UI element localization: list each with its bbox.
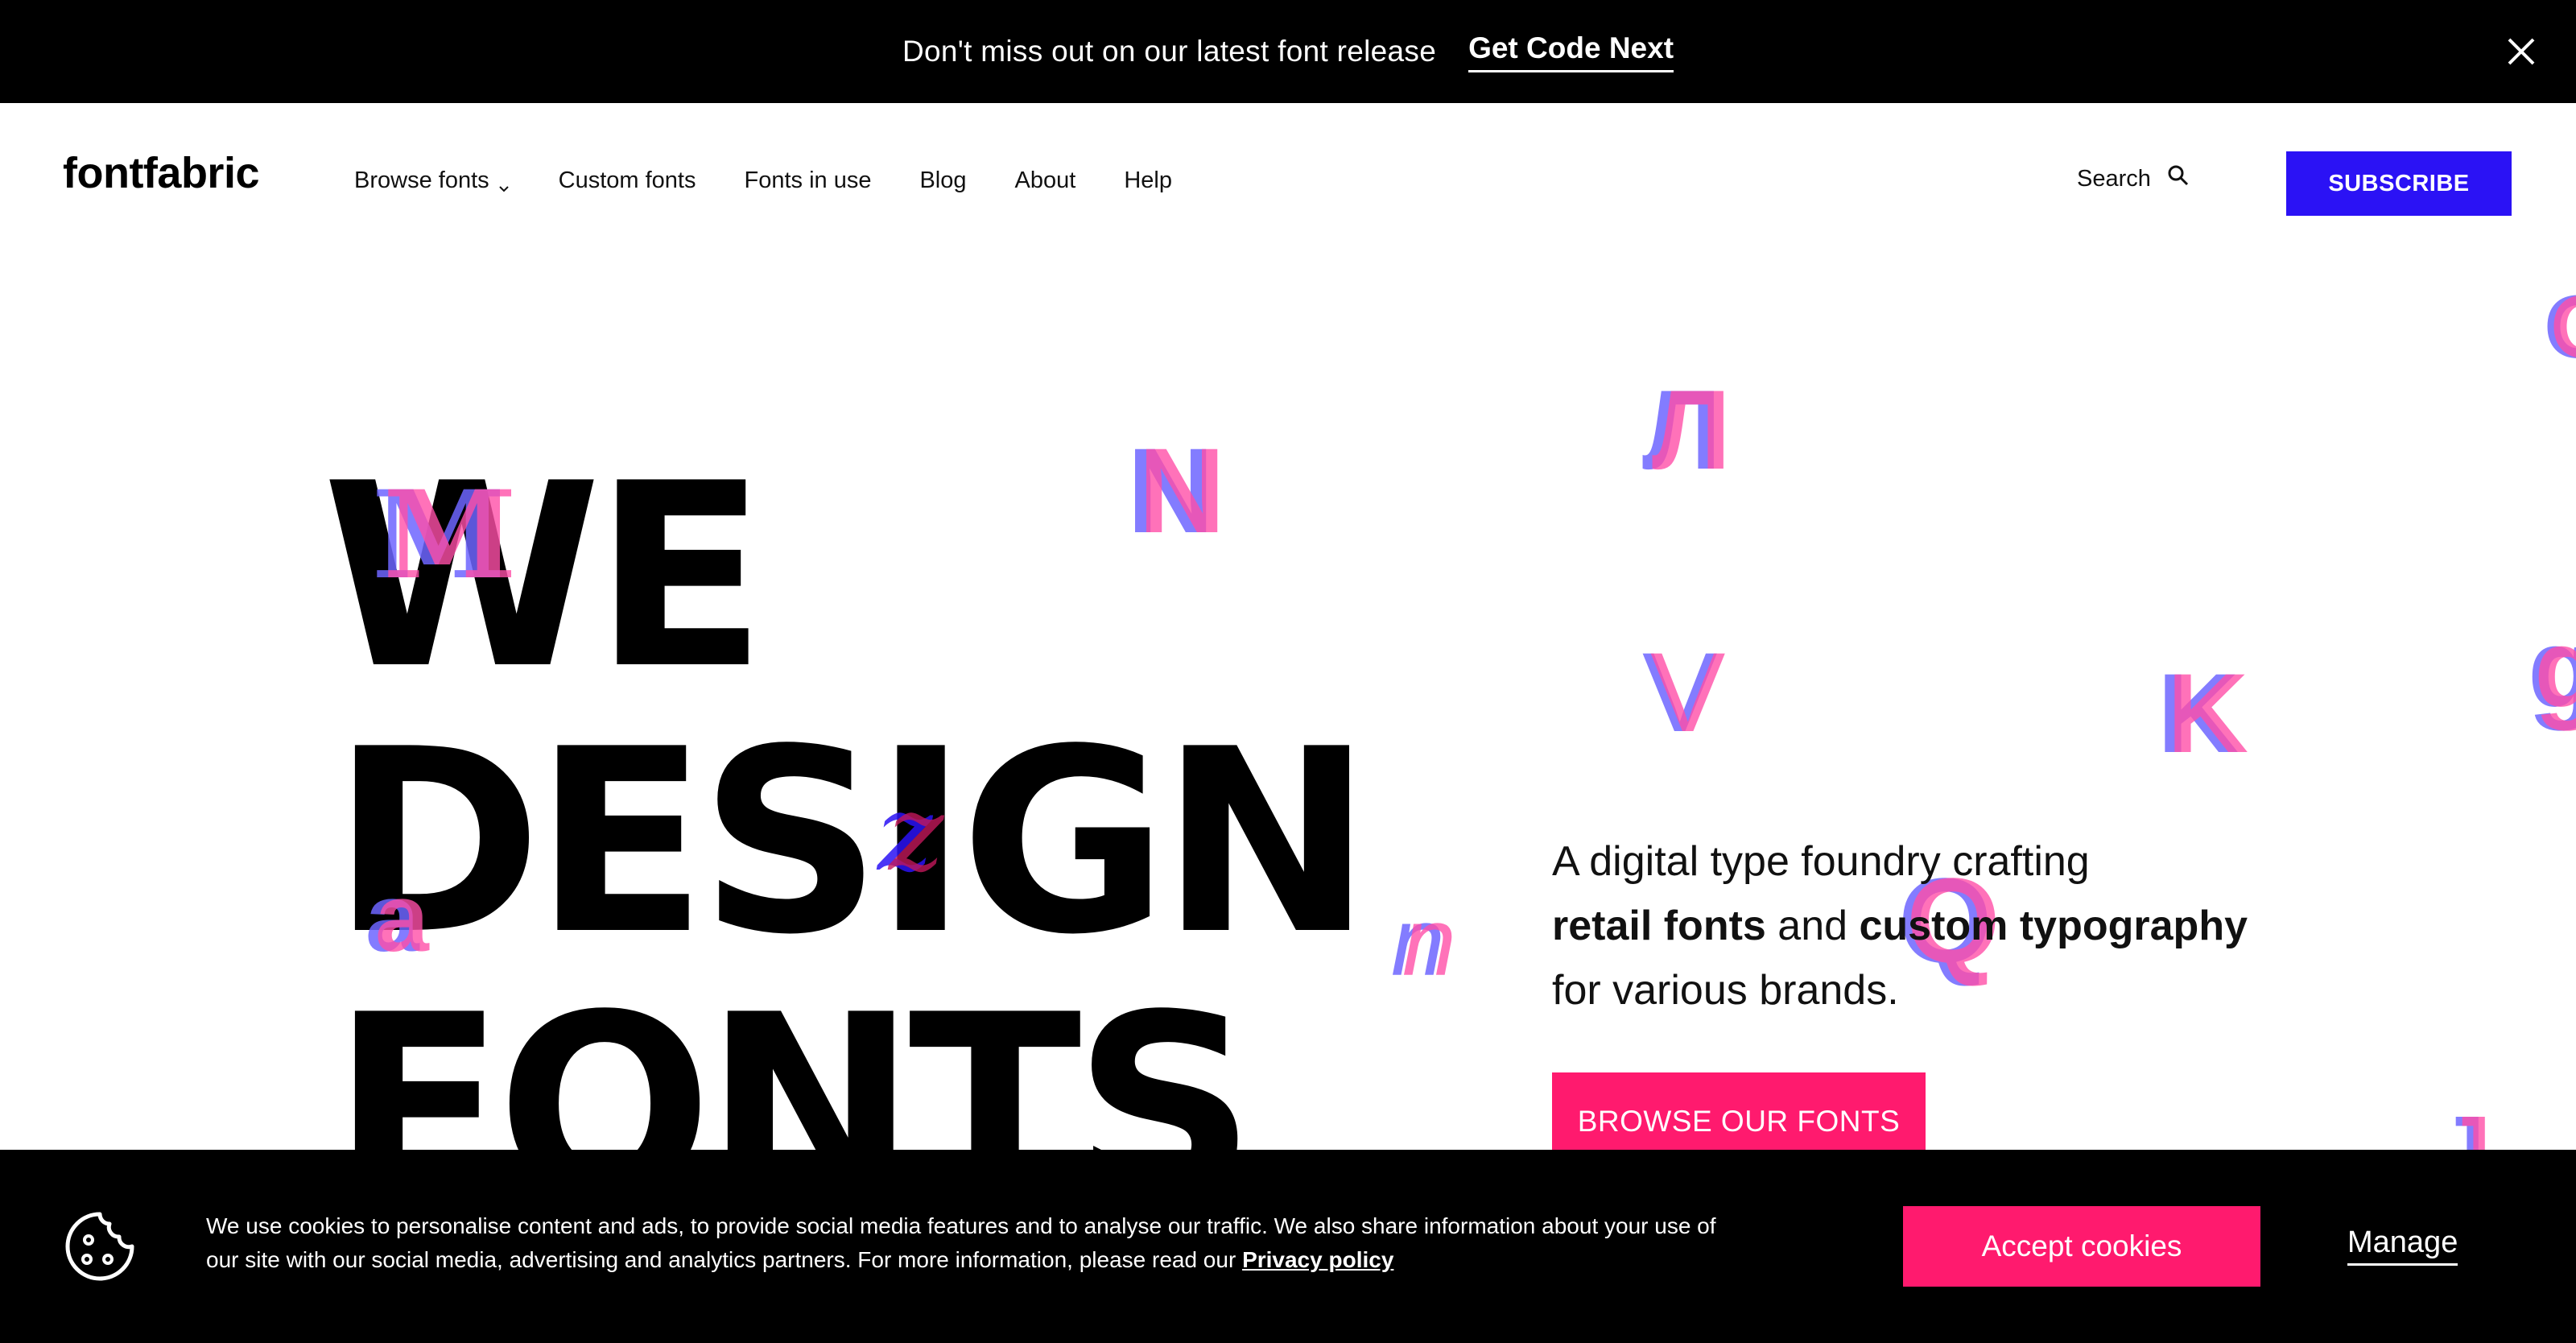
cookie-text: We use cookies to personalise content an… bbox=[206, 1209, 1832, 1277]
tagline-text: and bbox=[1777, 903, 1848, 949]
announcement-text: Don't miss out on our latest font releas… bbox=[902, 35, 1437, 68]
glyph-layer: a bbox=[375, 864, 429, 972]
glyph-layer: z bbox=[889, 772, 944, 895]
cookie-text-line: our site with our social media, advertis… bbox=[206, 1247, 1236, 1272]
tagline-bold: retail fonts bbox=[1552, 903, 1766, 949]
tagline-text: for various brands. bbox=[1552, 967, 1899, 1014]
tagline-bold: custom typography bbox=[1859, 903, 2248, 949]
nav-label: Browse fonts bbox=[354, 167, 489, 193]
nav-about[interactable]: About bbox=[1015, 167, 1076, 194]
nav-help[interactable]: Help bbox=[1124, 167, 1172, 194]
glyph-layer: O bbox=[2550, 283, 2576, 372]
glyph-layer: M bbox=[383, 465, 518, 606]
main-nav: Browse fonts Custom fonts Fonts in use B… bbox=[354, 167, 1220, 194]
accept-cookies-button[interactable]: Accept cookies bbox=[1903, 1206, 2260, 1287]
manage-cookies-link[interactable]: Manage bbox=[2347, 1225, 2458, 1266]
announcement-link[interactable]: Get Code Next bbox=[1468, 31, 1674, 72]
nav-custom-fonts[interactable]: Custom fonts bbox=[559, 167, 696, 194]
privacy-policy-link[interactable]: Privacy policy bbox=[1242, 1247, 1393, 1272]
site-header: fontfabric Browse fonts Custom fonts Fon… bbox=[0, 103, 2576, 264]
announcement-bar: Don't miss out on our latest font releas… bbox=[0, 0, 2576, 103]
glyph-layer: n bbox=[1402, 888, 1456, 996]
glyph-layer: K bbox=[2167, 650, 2249, 776]
search-button[interactable]: Search bbox=[2077, 164, 2190, 193]
chevron-down-icon bbox=[497, 175, 510, 192]
nav-blog[interactable]: Blog bbox=[919, 167, 966, 194]
nav-fonts-in-use[interactable]: Fonts in use bbox=[744, 167, 871, 194]
nav-browse-fonts[interactable]: Browse fonts bbox=[354, 167, 510, 194]
close-icon[interactable] bbox=[2497, 27, 2545, 76]
search-icon bbox=[2151, 164, 2190, 193]
hero-tagline: A digital type foundry crafting retail f… bbox=[1552, 829, 2357, 1023]
logo[interactable]: fontfabric bbox=[63, 148, 260, 198]
hero-headline-design: DESIGN bbox=[332, 696, 1373, 990]
glyph-layer: g bbox=[2534, 605, 2576, 731]
cookie-icon bbox=[63, 1209, 137, 1287]
cookie-banner: We use cookies to personalise content an… bbox=[0, 1150, 2576, 1343]
search-label: Search bbox=[2077, 165, 2151, 192]
tagline-text: A digital type foundry crafting bbox=[1552, 838, 2090, 885]
glyph-layer: V bbox=[1650, 629, 1726, 755]
glyph-layer: N bbox=[1138, 423, 1226, 558]
subscribe-button[interactable]: SUBSCRIBE bbox=[2286, 151, 2512, 216]
glyph-layer: Л bbox=[1652, 366, 1732, 493]
cookie-text-line: We use cookies to personalise content an… bbox=[206, 1213, 1716, 1238]
